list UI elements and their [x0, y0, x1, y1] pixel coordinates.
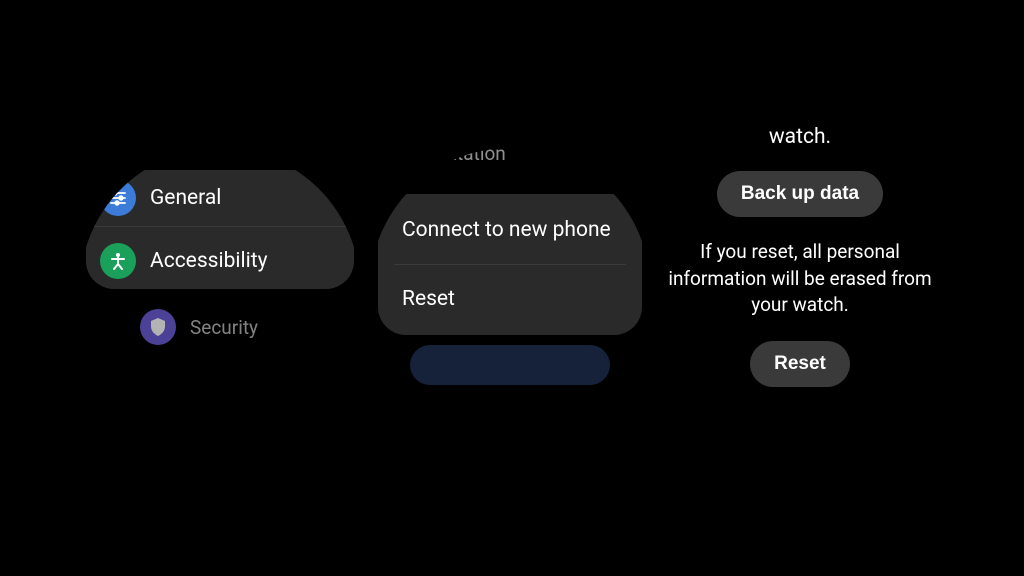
watch-settings-screen: Apps General — [80, 148, 360, 428]
general-list[interactable]: nentation Connect to new phone Reset — [370, 148, 650, 393]
list-item-orientation-partial[interactable]: nentation — [370, 148, 650, 172]
list-label-accessibility: Accessibility — [150, 249, 268, 273]
list-label-security: Security — [190, 316, 258, 339]
apps-icon — [140, 148, 176, 150]
list-label-general: General — [150, 186, 221, 210]
list-label-connect: Connect to new phone — [402, 218, 611, 242]
reset-button[interactable]: Reset — [750, 341, 850, 387]
list-item-apps[interactable]: Apps — [80, 148, 360, 160]
list-item-partial-bottom[interactable] — [410, 345, 610, 385]
highlighted-group: Connect to new phone Reset — [378, 194, 642, 335]
reset-confirm-screen: watch. Back up data If you reset, all pe… — [660, 125, 940, 409]
list-label-reset: Reset — [402, 287, 455, 311]
shield-icon — [140, 309, 176, 345]
list-item-accessibility[interactable]: Accessibility — [86, 226, 354, 285]
accessibility-icon — [100, 243, 136, 279]
backup-data-button[interactable]: Back up data — [717, 171, 883, 217]
sliders-icon — [100, 180, 136, 216]
watch-general-screen: nentation Connect to new phone Reset — [370, 148, 650, 428]
partial-label: nentation — [426, 148, 506, 165]
highlighted-group: General Accessibility — [86, 170, 354, 289]
list-item-general[interactable]: General — [86, 174, 354, 222]
list-item-reset[interactable]: Reset — [394, 264, 626, 317]
list-item-connect-new-phone[interactable]: Connect to new phone — [394, 212, 626, 248]
list-item-security[interactable]: Security — [80, 299, 360, 355]
partial-text-top: watch. — [769, 125, 831, 149]
settings-list[interactable]: Apps General — [80, 148, 360, 355]
reset-warning-text: If you reset, all personal information w… — [660, 239, 940, 319]
